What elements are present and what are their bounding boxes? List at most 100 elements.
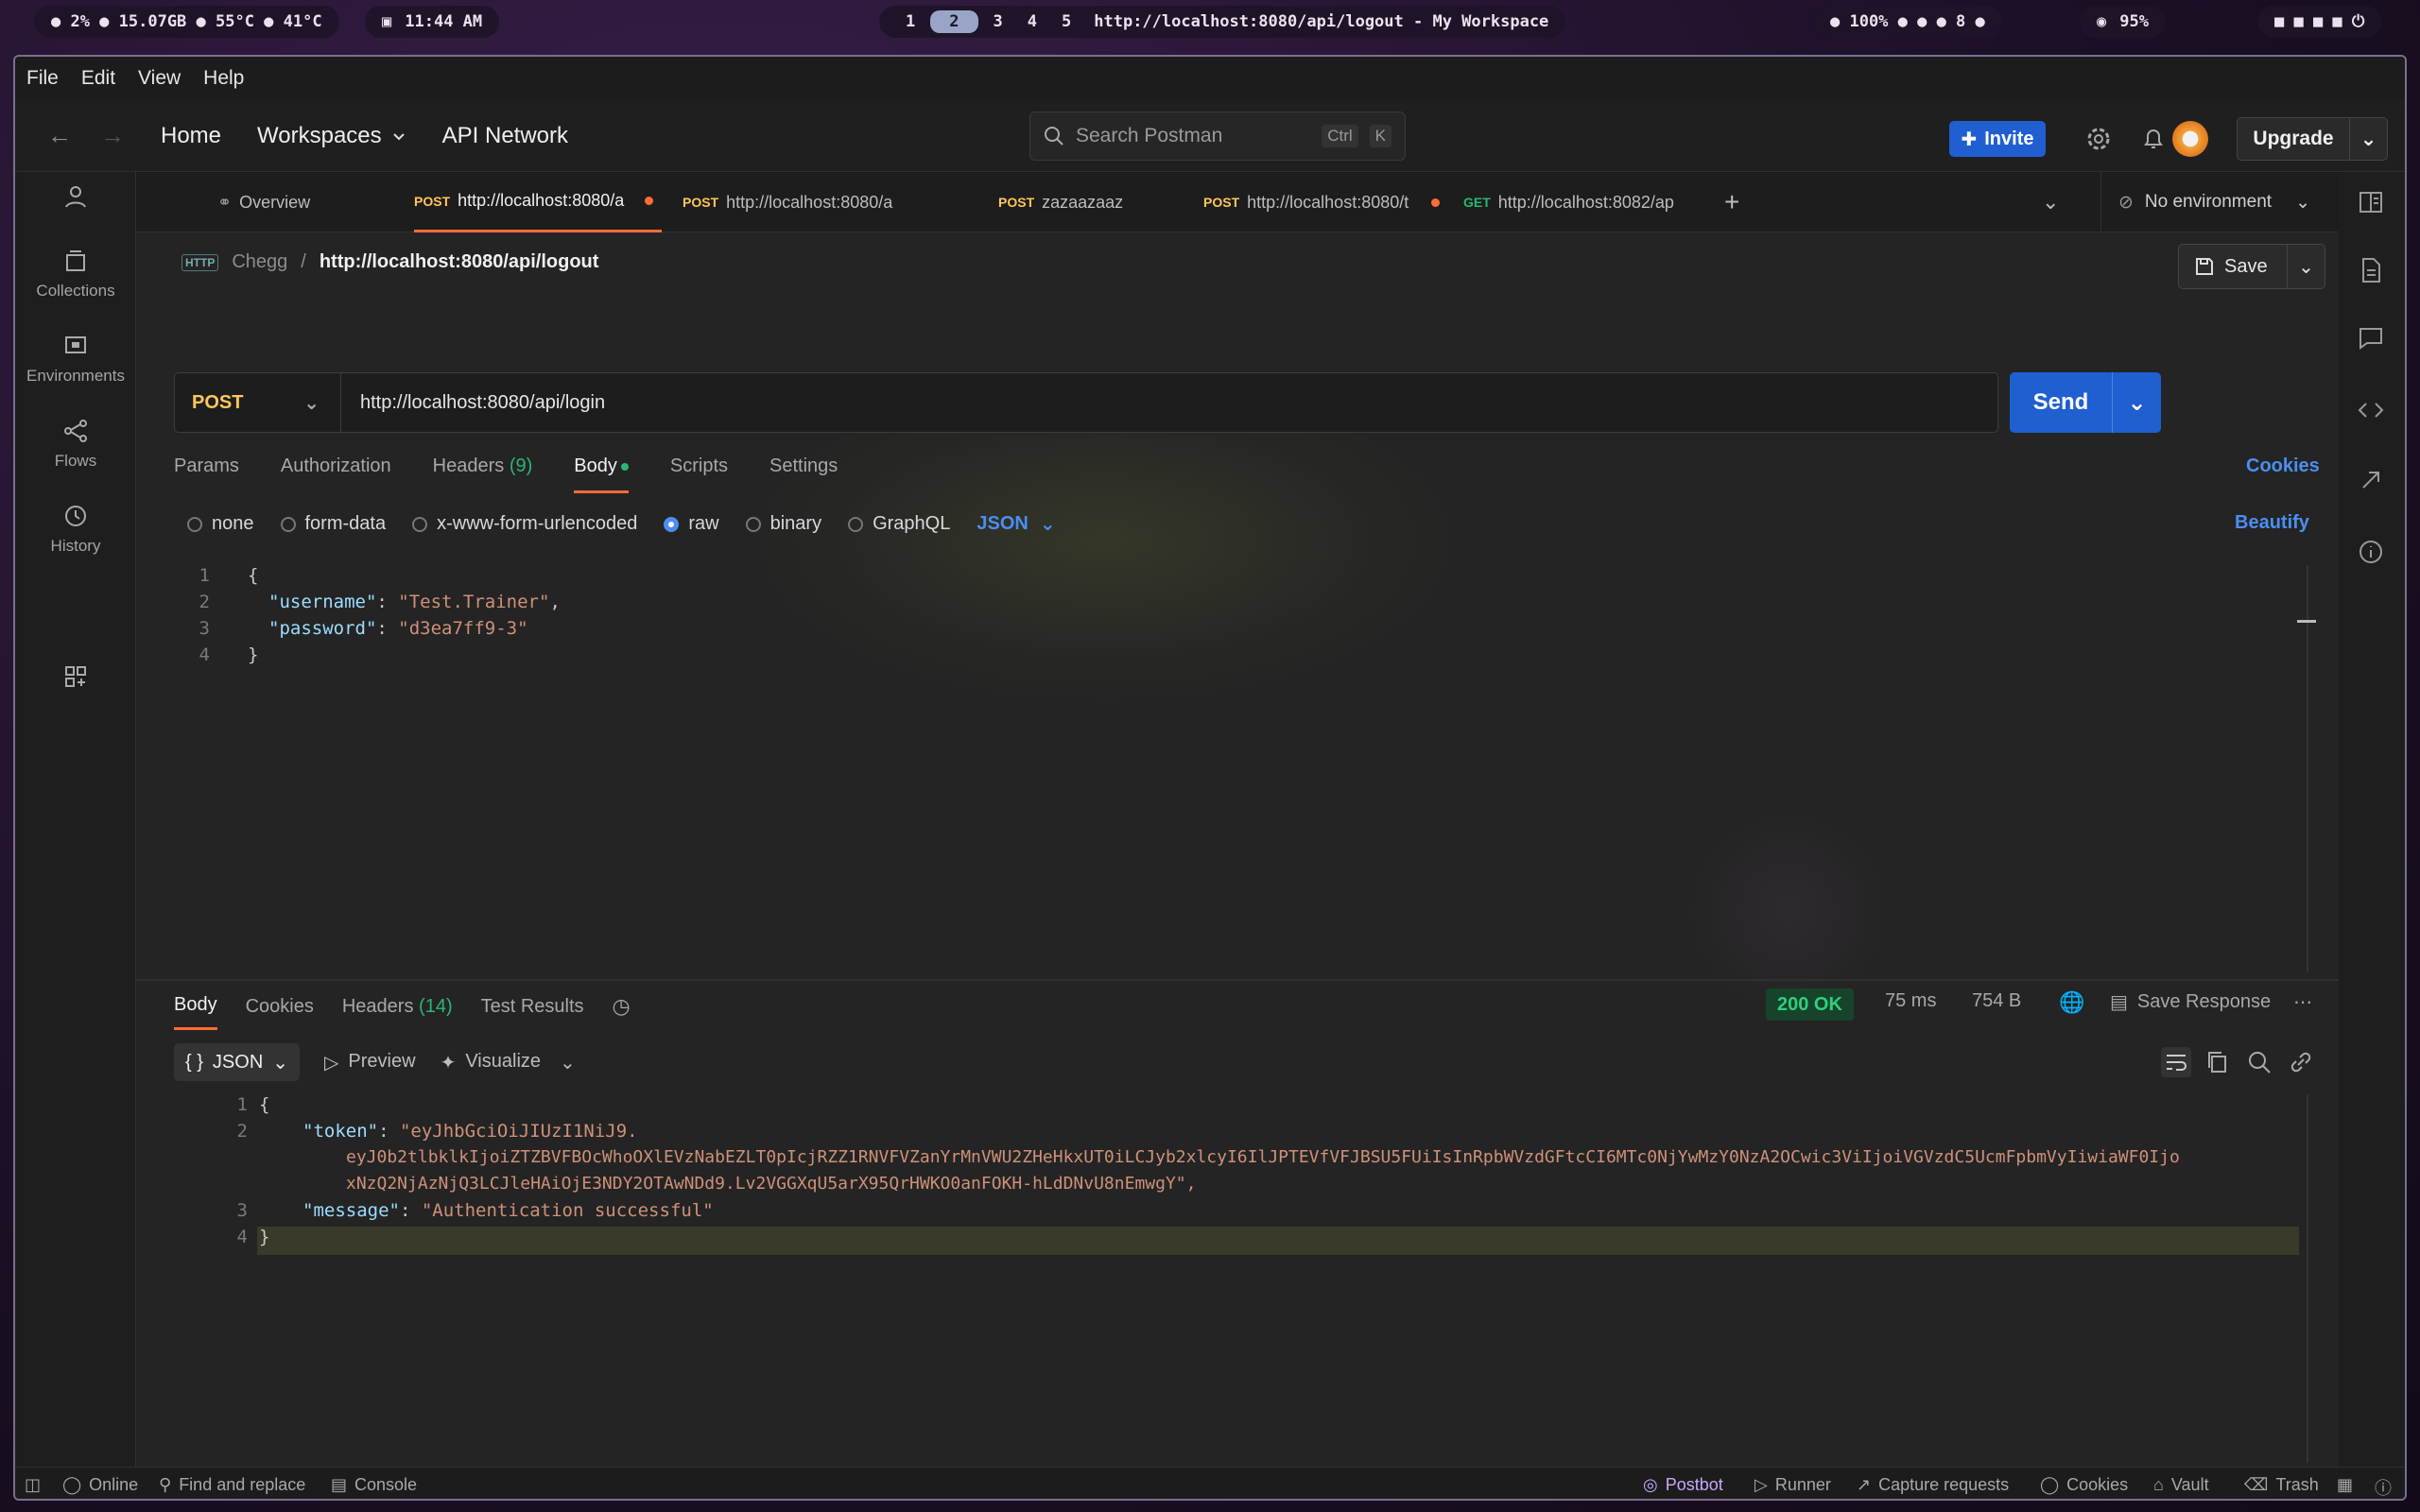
method-select[interactable]: POST ⌄: [175, 373, 341, 432]
docs-icon[interactable]: [2356, 255, 2386, 285]
sidebar-item-configure[interactable]: [15, 663, 136, 697]
tab-request[interactable]: POST http://localhost:8080/a: [683, 172, 909, 232]
radio-binary[interactable]: binary: [745, 513, 821, 535]
nav-home[interactable]: Home: [161, 123, 221, 149]
wrap-lines-icon[interactable]: [2161, 1047, 2191, 1077]
workspace-4[interactable]: 4: [1018, 10, 1046, 33]
code-icon[interactable]: [2356, 395, 2386, 425]
menu-edit[interactable]: Edit: [81, 67, 115, 90]
vault-button[interactable]: ⌂ Vault: [2153, 1475, 2209, 1495]
workspace-3[interactable]: 3: [984, 10, 1012, 33]
workspace-5[interactable]: 5: [1052, 10, 1080, 33]
response-tab-headers[interactable]: Headers (14): [342, 996, 453, 1029]
postbot-button[interactable]: ◎ Postbot: [1643, 1475, 1723, 1495]
tab-request[interactable]: POST zazaazaaz: [998, 172, 1168, 232]
link-icon[interactable]: [2286, 1047, 2316, 1077]
breadcrumb-collection[interactable]: Chegg: [232, 251, 287, 273]
find-replace-button[interactable]: ⚲ Find and replace: [159, 1475, 305, 1495]
tab-body[interactable]: Body: [574, 455, 629, 493]
chevron-down-icon[interactable]: ⌄: [2349, 118, 2387, 160]
cookies-link[interactable]: Cookies: [2246, 455, 2320, 477]
sidebar-item-environments[interactable]: Environments: [15, 333, 136, 386]
cookies-button[interactable]: ◯ Cookies: [2040, 1475, 2128, 1495]
status-badge[interactable]: 200 OK: [1766, 988, 1854, 1021]
radio-graphql[interactable]: GraphQL: [848, 513, 950, 535]
request-body-editor[interactable]: 1 2 3 4 { "username": "Test.Trainer", "p…: [164, 565, 2307, 962]
environment-selector[interactable]: ⊘ No environment ⌄: [2100, 172, 2327, 232]
documentation-icon[interactable]: [2356, 187, 2386, 217]
nav-api-network[interactable]: API Network: [442, 123, 568, 149]
url-input[interactable]: http://localhost:8080/api/login: [341, 392, 605, 414]
visualize-button[interactable]: ✦ Visualize ⌄: [441, 1051, 576, 1074]
tab-settings[interactable]: Settings: [769, 455, 838, 493]
workspace-2[interactable]: 2: [930, 10, 978, 33]
tab-request[interactable]: GET http://localhost:8082/ap: [1463, 172, 1690, 232]
response-scrollbar[interactable]: [2307, 1094, 2308, 1463]
tab-headers[interactable]: Headers (9): [433, 455, 533, 493]
beautify-link[interactable]: Beautify: [2235, 512, 2309, 534]
scrollbar-thumb[interactable]: [2297, 620, 2316, 623]
layout-icon[interactable]: ▦: [2337, 1475, 2353, 1495]
capture-requests-button[interactable]: ↗ Capture requests: [1857, 1475, 2009, 1495]
sidebar-item-flows[interactable]: Flows: [15, 418, 136, 471]
editor-scrollbar[interactable]: [2307, 565, 2308, 971]
toggle-sidebar-icon[interactable]: ◫: [25, 1475, 41, 1495]
response-body-viewer[interactable]: 1 2 3 4 { "token": "eyJhbGciOiJIUzI1NiJ9…: [164, 1094, 2301, 1453]
notification-bell-icon[interactable]: [2138, 124, 2169, 154]
breadcrumb-request-name[interactable]: http://localhost:8080/api/logout: [320, 251, 599, 273]
save-response-button[interactable]: ▤ Save Response: [2110, 990, 2271, 1014]
response-history-icon[interactable]: ◷: [613, 994, 631, 1030]
chevron-down-icon[interactable]: ⌄: [2287, 245, 2325, 288]
chevron-down-icon[interactable]: ⌄: [2112, 372, 2161, 433]
sidebar-item-account[interactable]: [15, 183, 136, 217]
forward-arrow-icon[interactable]: →: [100, 121, 125, 150]
runner-button[interactable]: ▷ Runner: [1754, 1475, 1831, 1495]
online-status[interactable]: ◯ Online: [62, 1475, 138, 1495]
preview-button[interactable]: ▷ Preview: [324, 1051, 416, 1074]
response-time[interactable]: 75 ms: [1885, 990, 1936, 1012]
help-icon[interactable]: ⓘ: [2375, 1475, 2392, 1499]
trash-button[interactable]: ⌫ Trash: [2244, 1475, 2319, 1495]
invite-button[interactable]: ✚ Invite: [1949, 121, 2046, 157]
save-button[interactable]: Save ⌄: [2178, 244, 2325, 289]
radio-raw[interactable]: raw: [664, 513, 719, 535]
tab-request-active[interactable]: POST http://localhost:8080/a: [414, 172, 662, 232]
nav-workspaces[interactable]: Workspaces: [257, 123, 406, 149]
comments-icon[interactable]: [2356, 323, 2386, 353]
tab-params[interactable]: Params: [174, 455, 239, 493]
globe-icon[interactable]: 🌐: [2059, 990, 2084, 1015]
workspace-1[interactable]: 1: [896, 10, 925, 33]
related-icon[interactable]: [2356, 465, 2386, 495]
info-icon[interactable]: [2356, 537, 2386, 567]
sidebar-item-collections[interactable]: Collections: [15, 248, 136, 301]
search-input[interactable]: Search Postman Ctrl K: [1029, 112, 1406, 161]
tabs-overflow-button[interactable]: ⌄: [2042, 172, 2080, 232]
radio-form-data[interactable]: form-data: [280, 513, 386, 535]
new-tab-button[interactable]: +: [1724, 172, 1762, 232]
upgrade-button[interactable]: Upgrade ⌄: [2237, 117, 2388, 161]
pane-divider[interactable]: [136, 979, 2339, 981]
menu-help[interactable]: Help: [203, 67, 244, 90]
tab-scripts[interactable]: Scripts: [670, 455, 728, 493]
response-tab-body[interactable]: Body: [174, 994, 217, 1030]
avatar[interactable]: [2172, 121, 2208, 157]
more-options-icon[interactable]: ⋯: [2293, 990, 2312, 1014]
copy-icon[interactable]: [2203, 1047, 2233, 1077]
tab-request[interactable]: POST http://localhost:8080/t: [1203, 172, 1440, 232]
response-tab-cookies[interactable]: Cookies: [246, 996, 314, 1029]
tab-authorization[interactable]: Authorization: [281, 455, 391, 493]
search-icon[interactable]: [2244, 1047, 2274, 1077]
raw-format-select[interactable]: JSON ⌄: [977, 512, 1055, 536]
sidebar-item-history[interactable]: History: [15, 503, 136, 556]
radio-urlencoded[interactable]: x-www-form-urlencoded: [412, 513, 637, 535]
response-tab-test-results[interactable]: Test Results: [481, 996, 584, 1029]
radio-none[interactable]: none: [187, 513, 254, 535]
back-arrow-icon[interactable]: ←: [47, 121, 72, 150]
menu-view[interactable]: View: [138, 67, 181, 90]
tray-icons[interactable]: ■ ■ ■ ■ ⏻: [2274, 12, 2364, 31]
console-button[interactable]: ▤ Console: [331, 1475, 417, 1495]
settings-gear-icon[interactable]: [2083, 124, 2114, 154]
tab-overview[interactable]: ⚭ Overview: [217, 172, 359, 232]
menu-file[interactable]: File: [26, 67, 59, 90]
send-button[interactable]: Send ⌄: [2010, 372, 2161, 433]
